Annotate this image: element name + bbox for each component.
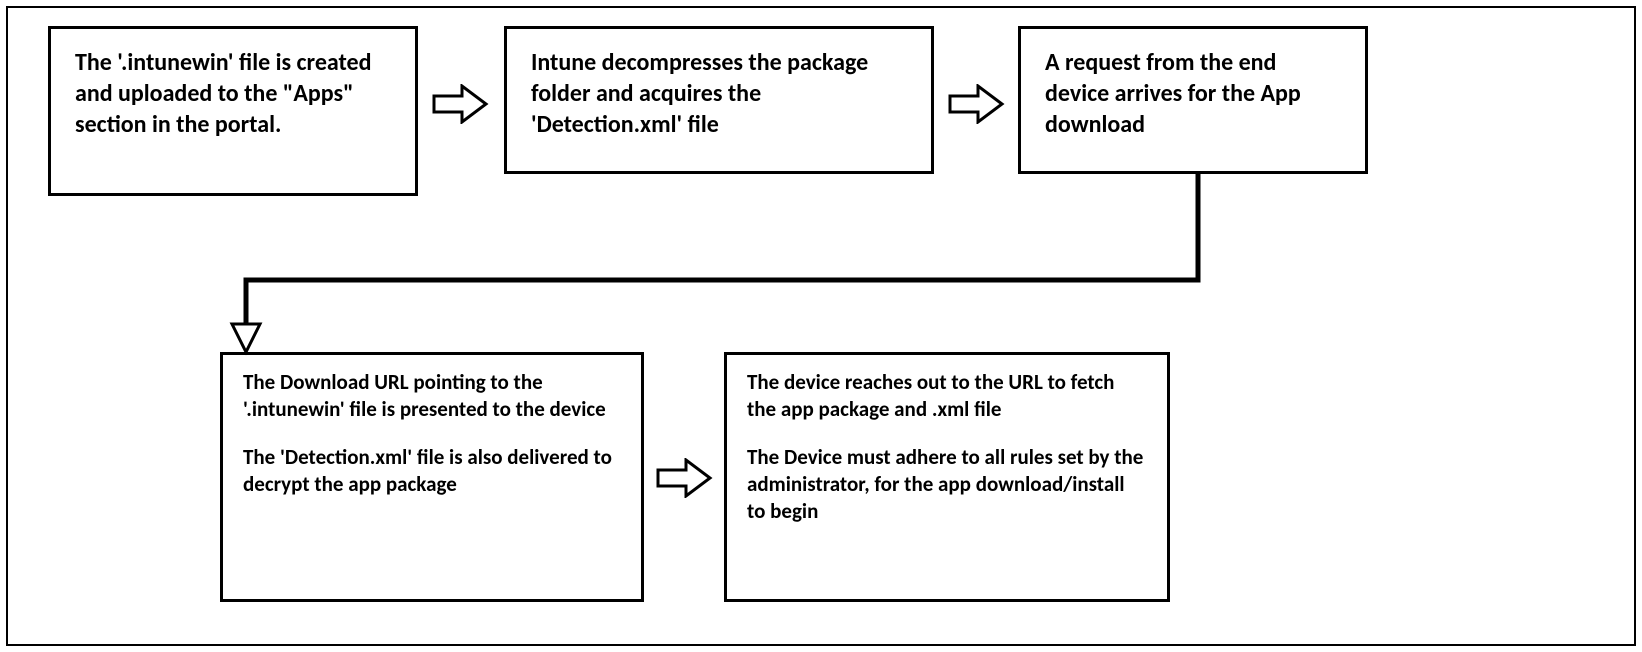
step-text-4b: The 'Detection.xml' file is also deliver… <box>243 444 621 499</box>
step-text-5b: The Device must adhere to all rules set … <box>747 444 1147 526</box>
step-text-3: A request from the end device arrives fo… <box>1045 48 1301 139</box>
step-box-4: The Download URL pointing to the '.intun… <box>220 352 644 602</box>
step-box-2: Intune decompresses the package folder a… <box>504 26 934 174</box>
elbow-connector <box>218 174 1218 374</box>
step-box-3: A request from the end device arrives fo… <box>1018 26 1368 174</box>
arrow-right-icon <box>432 84 490 124</box>
step-text-1: The '.intunewin' file is created and upl… <box>75 48 372 139</box>
step-box-5: The device reaches out to the URL to fet… <box>724 352 1170 602</box>
step-text-5a: The device reaches out to the URL to fet… <box>747 369 1147 424</box>
diagram-frame: The '.intunewin' file is created and upl… <box>6 6 1636 646</box>
arrow-right-icon <box>948 84 1006 124</box>
step-box-1: The '.intunewin' file is created and upl… <box>48 26 418 196</box>
arrow-right-icon <box>656 458 714 498</box>
step-text-2: Intune decompresses the package folder a… <box>531 48 868 139</box>
step-text-4a: The Download URL pointing to the '.intun… <box>243 369 621 424</box>
